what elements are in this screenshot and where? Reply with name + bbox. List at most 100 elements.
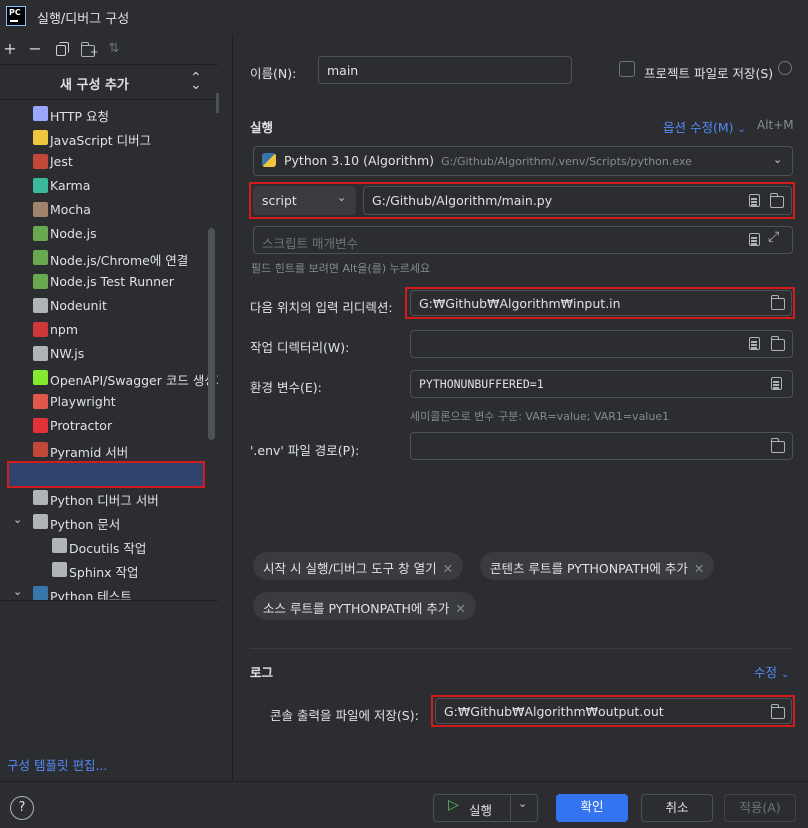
script-path-input[interactable]: G:/Github/Algorithm/main.py: [363, 186, 792, 215]
collapse-icon[interactable]: ⌃ ⌄: [190, 70, 202, 102]
rst-icon: [33, 514, 48, 529]
tree-item-label: Pyramid 서버: [50, 445, 129, 460]
interpreter-name: Python 3.10 (Algorithm): [283, 153, 435, 168]
tree-item[interactable]: Playwright: [0, 390, 218, 414]
close-icon[interactable]: ✕: [455, 601, 465, 616]
api-icon: [33, 106, 48, 121]
tree-item[interactable]: npm: [0, 318, 218, 342]
interpreter-path: G:/Github/Algorithm/.venv/Scripts/python…: [441, 155, 692, 168]
close-icon[interactable]: ✕: [694, 561, 704, 576]
tree-item[interactable]: Pyramid 서버: [0, 438, 218, 462]
sort-icon[interactable]: ⇅: [105, 40, 123, 58]
tree-item[interactable]: ⌄ Python 테스트: [0, 582, 218, 600]
tree-item-label: Nodeunit: [50, 298, 107, 313]
expand-icon[interactable]: ⤢: [768, 229, 779, 245]
tree-item[interactable]: ⌄ Python 문서: [0, 510, 218, 534]
logs-modify-link[interactable]: 수정 ⌄: [754, 662, 789, 681]
workdir-input[interactable]: [410, 330, 793, 358]
rst-icon: [52, 562, 67, 577]
dotenv-input[interactable]: [410, 432, 793, 460]
chip-open-tool-window[interactable]: 시작 시 실행/디버그 도구 창 열기 ✕: [253, 552, 464, 580]
tree-item[interactable]: Docutils 작업: [0, 534, 218, 558]
chevron-down-icon[interactable]: ⌄: [518, 797, 527, 810]
tree-scrollbar-top[interactable]: [216, 93, 219, 113]
remove-icon[interactable]: −: [26, 40, 44, 58]
add-icon[interactable]: +: [1, 40, 19, 58]
tree-item[interactable]: OpenAPI/Swagger 코드 생성기: [0, 366, 218, 390]
run-label: 실행: [469, 803, 493, 818]
python-icon: [262, 153, 276, 167]
folder-icon[interactable]: [770, 193, 784, 208]
tree-item-label: Karma: [50, 178, 91, 193]
nodeunit-icon: [33, 298, 48, 313]
tree-header-title: 새 구성 추가: [60, 78, 129, 93]
document-icon[interactable]: [749, 337, 760, 350]
copy-icon[interactable]: [52, 40, 70, 58]
folder-icon[interactable]: [771, 295, 785, 310]
help-icon[interactable]: ?: [10, 796, 34, 820]
tree-item[interactable]: Node.js/Chrome에 연결: [0, 246, 218, 270]
selected-row-highlight: [7, 461, 205, 488]
field-hint: 필드 힌트를 보려면 Alt을(를) 누르세요: [251, 262, 431, 275]
python-test-icon: [33, 586, 48, 600]
chevron-down-icon[interactable]: ⌄: [337, 191, 346, 204]
workdir-label: 작업 디렉터리(W):: [250, 340, 350, 355]
splitter[interactable]: [232, 34, 233, 781]
tree-item[interactable]: Nodeunit: [0, 294, 218, 318]
nwjs-icon: [33, 346, 48, 361]
tree-item[interactable]: Node.js Test Runner: [0, 270, 218, 294]
tree-item[interactable]: HTTP 요청: [0, 102, 218, 126]
env-input[interactable]: PYTHONUNBUFFERED=1: [410, 370, 793, 398]
modify-options-link[interactable]: 옵션 수정(M) ⌄: [663, 117, 746, 136]
tree-item[interactable]: Protractor: [0, 414, 218, 438]
js-icon: [33, 130, 48, 145]
chip-source-roots[interactable]: 소스 루트를 PYTHONPATH에 추가 ✕: [253, 592, 476, 620]
env-label: 환경 변수(E):: [250, 380, 322, 395]
close-icon[interactable]: ✕: [443, 561, 453, 576]
run-icon: ▷: [448, 797, 459, 813]
tree-item[interactable]: NW.js: [0, 342, 218, 366]
apply-button[interactable]: 적용(A): [724, 794, 796, 822]
tree-item-label: npm: [50, 322, 79, 337]
nodejs-icon: [33, 226, 48, 241]
divider: [250, 648, 793, 649]
folder-icon[interactable]: [771, 336, 785, 351]
dotenv-label: '.env' 파일 경로(P):: [250, 443, 360, 458]
edit-templates-link[interactable]: 구성 템플릿 편집...: [7, 755, 107, 774]
chevron-down-icon[interactable]: ⌄: [13, 513, 22, 526]
playwright-icon: [33, 394, 48, 409]
nodejs-icon: [33, 250, 48, 265]
cancel-button[interactable]: 취소: [641, 794, 713, 822]
tree-item[interactable]: Mocha: [0, 198, 218, 222]
folder-icon[interactable]: [771, 704, 785, 719]
document-icon[interactable]: [771, 377, 782, 390]
document-icon[interactable]: [749, 194, 760, 207]
rst-icon: [52, 538, 67, 553]
name-input[interactable]: main: [318, 56, 572, 84]
chip-content-roots[interactable]: 콘텐츠 루트를 PYTHONPATH에 추가 ✕: [480, 552, 715, 580]
tree-item[interactable]: Karma: [0, 174, 218, 198]
jest-icon: [33, 154, 48, 169]
save-project-checkbox[interactable]: [619, 61, 635, 77]
script-params-input[interactable]: 스크립트 매개변수: [253, 226, 793, 254]
pycharm-logo-icon: PC: [6, 6, 26, 26]
tree-item[interactable]: Jest: [0, 150, 218, 174]
redirect-input[interactable]: G:₩Github₩Algorithm₩input.in: [410, 290, 792, 316]
tree-item-label: JavaScript 디버그: [50, 133, 152, 148]
tree-item-label: HTTP 요청: [50, 109, 109, 124]
tree-item[interactable]: Sphinx 작업: [0, 558, 218, 582]
folder-icon[interactable]: [771, 438, 785, 453]
ok-button[interactable]: 확인: [556, 794, 628, 822]
document-icon[interactable]: [749, 233, 760, 246]
run-split-divider: [510, 794, 511, 822]
tree-item[interactable]: Node.js: [0, 222, 218, 246]
tree-item[interactable]: JavaScript 디버그: [0, 126, 218, 150]
chevron-down-icon[interactable]: ⌄: [13, 585, 22, 598]
chevron-down-icon[interactable]: ⌄: [773, 153, 782, 166]
tree-scrollbar[interactable]: [208, 228, 215, 440]
gear-icon[interactable]: [778, 61, 792, 75]
interpreter-select[interactable]: Python 3.10 (Algorithm) G:/Github/Algori…: [253, 146, 793, 176]
tree-item[interactable]: Python 디버그 서버: [0, 486, 218, 510]
new-folder-icon[interactable]: +: [79, 40, 98, 58]
console-input[interactable]: G:₩Github₩Algorithm₩output.out: [435, 698, 792, 724]
